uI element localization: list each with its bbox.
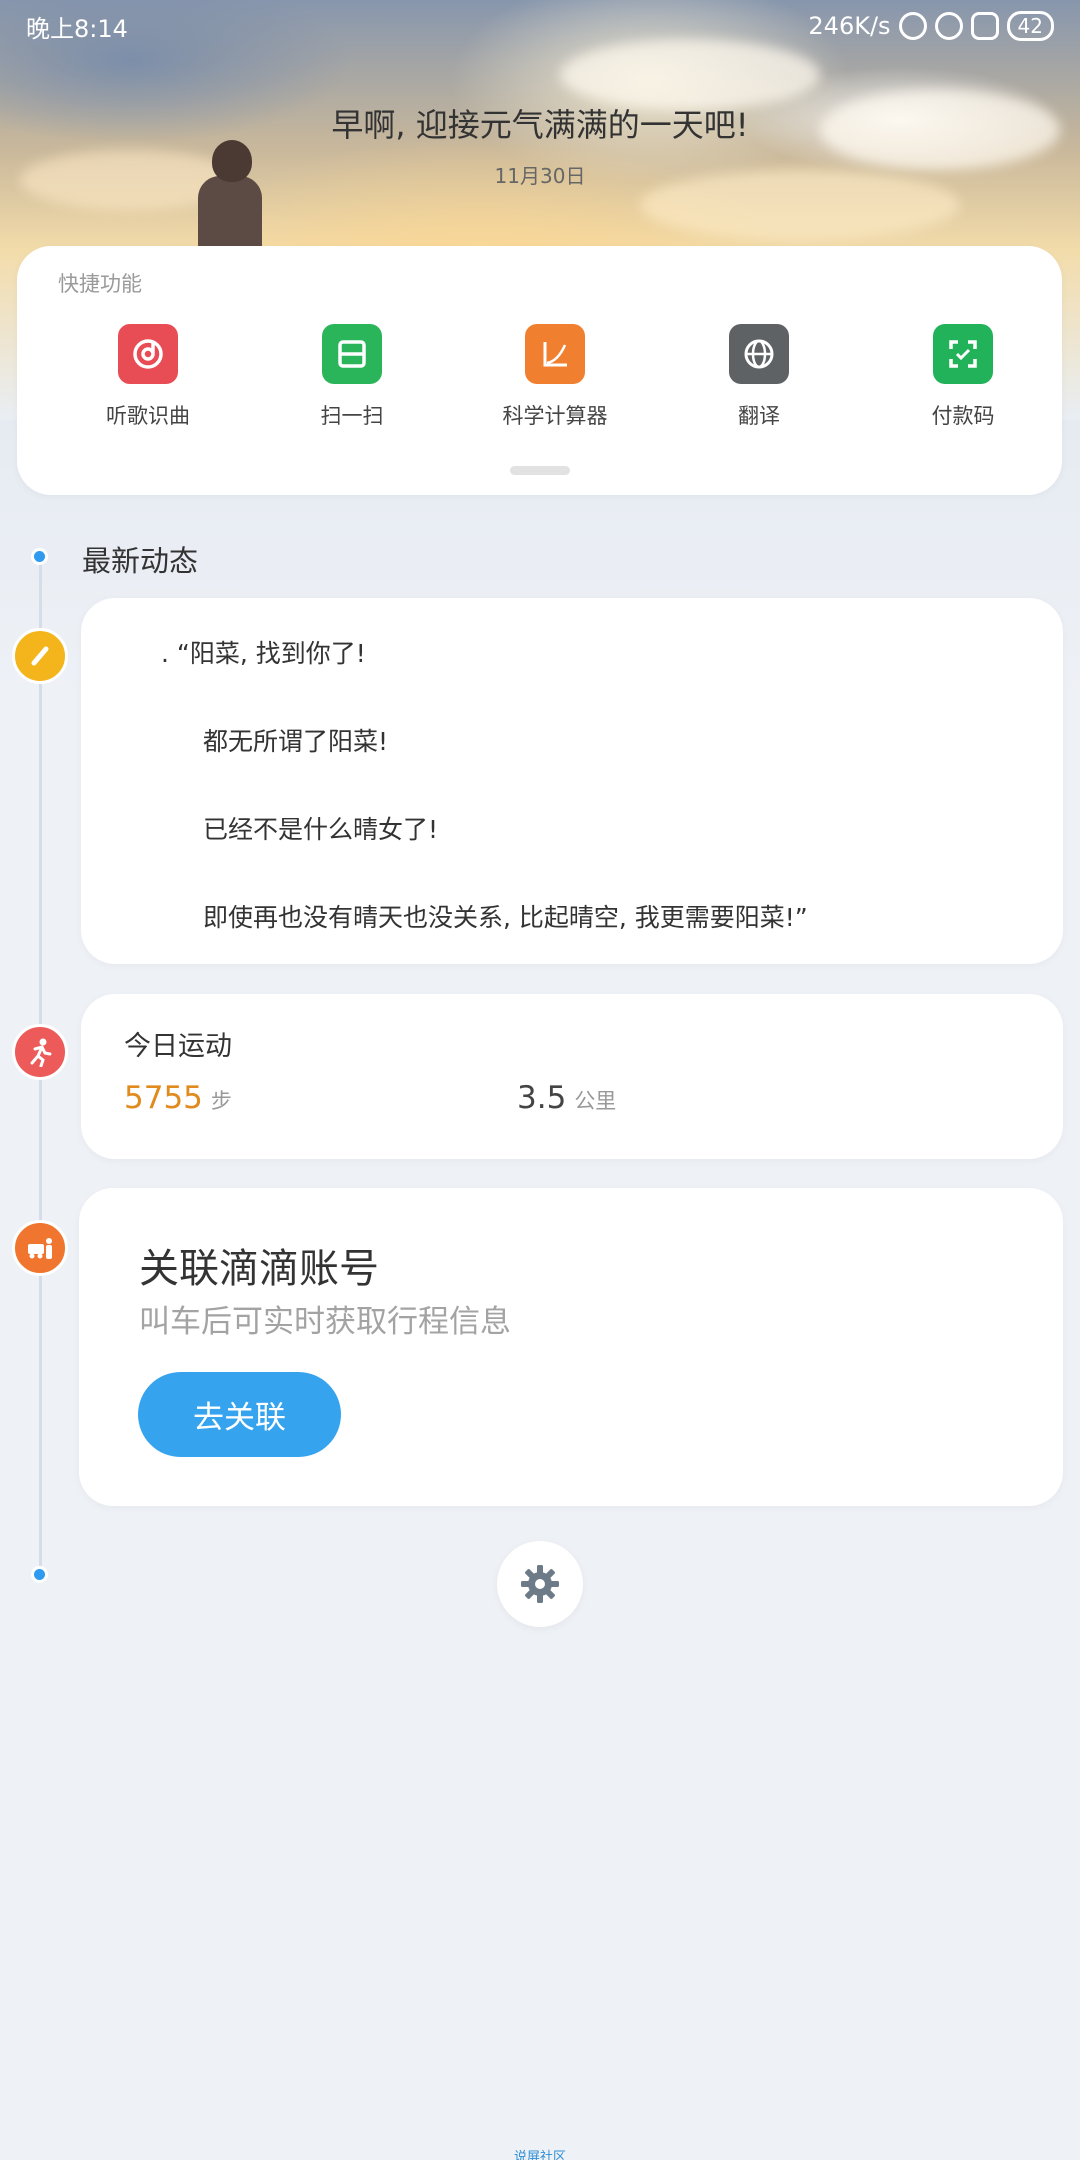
quick-item-translate[interactable]: 翻译 xyxy=(679,324,839,430)
running-icon xyxy=(12,1024,68,1080)
didi-title: 关联滴滴账号 xyxy=(139,1246,379,1292)
footer-text[interactable]: 说屏社区 xyxy=(0,2146,1080,2160)
quick-functions-card: 快捷功能 听歌识曲 扫一扫 科学计算器 翻译 付款码 xyxy=(17,246,1062,495)
car-icon xyxy=(12,1220,68,1276)
quick-item-label: 科学计算器 xyxy=(502,404,608,428)
scan-icon xyxy=(322,324,382,384)
quick-item-label: 付款码 xyxy=(931,404,995,428)
network-speed: 246K/s xyxy=(808,12,891,40)
distance: 3.5 公里 xyxy=(517,1080,616,1116)
sport-title: 今日运动 xyxy=(124,1031,232,1062)
wallpaper-figure xyxy=(190,140,270,256)
feed-title: 最新动态 xyxy=(82,544,199,578)
note-line: 即使再也没有晴天也没关系, 比起晴空, 我更需要阳菜!” xyxy=(203,903,808,932)
date-text: 11月30日 xyxy=(494,164,586,188)
pay-code-icon xyxy=(933,324,993,384)
battery-icon: 42 xyxy=(1006,11,1054,41)
quick-functions-title: 快捷功能 xyxy=(58,272,142,296)
quick-item-scan[interactable]: 扫一扫 xyxy=(272,324,432,430)
steps-unit: 步 xyxy=(210,1089,232,1113)
distance-unit: 公里 xyxy=(574,1089,617,1113)
status-time: 晚上8:14 xyxy=(26,14,128,43)
settings-button[interactable] xyxy=(497,1541,583,1627)
didi-subtitle: 叫车后可实时获取行程信息 xyxy=(139,1304,511,1340)
page: 晚上8:14 246K/s 42 早啊, 迎接元气满满的一天吧! 11月30日 … xyxy=(0,0,1080,2160)
steps-count: 5755 步 xyxy=(124,1080,232,1116)
status-bar: 晚上8:14 246K/s 42 xyxy=(0,0,1080,52)
pencil-icon xyxy=(12,628,68,684)
timeline-end-dot xyxy=(31,1566,48,1583)
quick-item-calculator[interactable]: 科学计算器 xyxy=(475,324,635,430)
music-recognition-icon xyxy=(118,324,178,384)
lock-icon xyxy=(970,12,999,40)
alarm-icon xyxy=(898,12,927,40)
steps-value: 5755 xyxy=(124,1080,203,1116)
link-account-button[interactable]: 去关联 xyxy=(138,1372,341,1457)
status-icons: 246K/s 42 xyxy=(808,11,1054,41)
sport-card[interactable]: 今日运动 5755 步 3.5 公里 xyxy=(81,994,1063,1159)
didi-card: 关联滴滴账号 叫车后可实时获取行程信息 去关联 xyxy=(79,1188,1063,1506)
quick-item-label: 扫一扫 xyxy=(320,404,384,428)
calculator-icon xyxy=(525,324,585,384)
collapse-handle[interactable] xyxy=(510,466,570,475)
note-line: . “阳菜, 找到你了! xyxy=(161,639,366,668)
quick-item-label: 翻译 xyxy=(738,404,780,428)
timeline-start-dot xyxy=(31,548,48,565)
globe-icon xyxy=(729,324,789,384)
note-line: 都无所谓了阳菜! xyxy=(203,727,389,756)
gear-icon xyxy=(521,1565,559,1603)
distance-value: 3.5 xyxy=(517,1080,567,1116)
quick-item-pay-code[interactable]: 付款码 xyxy=(883,324,1043,430)
face-icon xyxy=(934,12,963,40)
quick-item-label: 听歌识曲 xyxy=(106,404,190,428)
note-card[interactable]: . “阳菜, 找到你了! 都无所谓了阳菜! 已经不是什么晴女了! 即使再也没有晴… xyxy=(81,598,1063,964)
note-line: 已经不是什么晴女了! xyxy=(203,815,439,844)
quick-item-music-recognition[interactable]: 听歌识曲 xyxy=(68,324,228,430)
greeting-text: 早啊, 迎接元气满满的一天吧! xyxy=(331,106,749,144)
